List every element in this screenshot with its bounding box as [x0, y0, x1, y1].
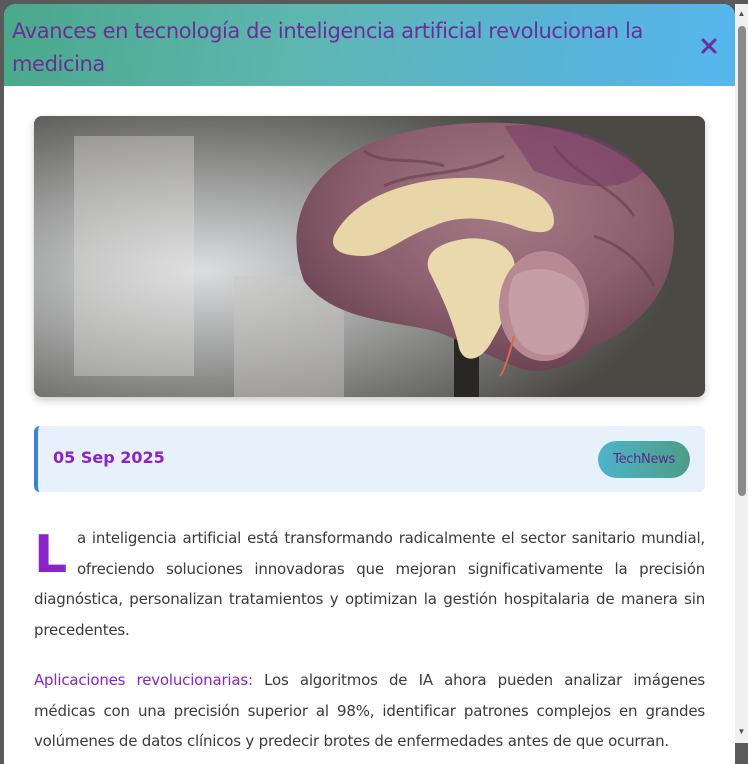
chevron-down-icon[interactable]: ▼ — [737, 726, 746, 738]
article-body: La inteligencia artificial está transfor… — [34, 523, 705, 764]
dropcap: L — [34, 525, 67, 585]
section-label: Aplicaciones revolucionarias: — [34, 671, 253, 689]
article-meta: 05 Sep 2025 TechNews — [34, 426, 705, 492]
vertical-scrollbar[interactable]: ▲ ▼ — [735, 4, 748, 743]
brain-model-illustration — [34, 116, 705, 397]
chevron-up-icon[interactable]: ▲ — [737, 8, 746, 20]
modal-title: Avances en tecnología de inteligencia ar… — [12, 19, 643, 76]
close-button[interactable] — [700, 37, 718, 55]
modal-header: Avances en tecnología de inteligencia ar… — [4, 4, 735, 86]
publish-date: 05 Sep 2025 — [53, 448, 165, 467]
article-intro: La inteligencia artificial está transfor… — [34, 523, 705, 645]
hero-image — [34, 116, 705, 397]
article-modal: Avances en tecnología de inteligencia ar… — [4, 4, 735, 764]
close-icon — [701, 38, 717, 54]
scroll-thumb[interactable] — [738, 26, 746, 496]
intro-text: a inteligencia artificial está transform… — [34, 529, 705, 639]
source-badge[interactable]: TechNews — [598, 441, 690, 478]
